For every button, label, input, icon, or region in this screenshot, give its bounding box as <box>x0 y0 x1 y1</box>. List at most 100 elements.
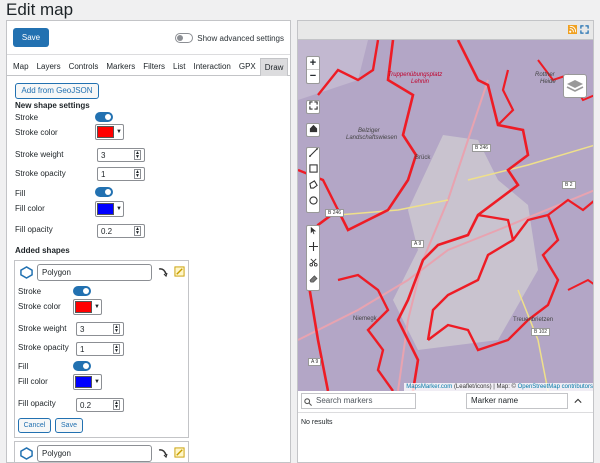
shape-fill-color-picker[interactable]: ▼ <box>73 374 102 390</box>
tab-draw[interactable]: Draw <box>259 58 289 76</box>
osm-link[interactable]: OpenStreetMap contributors <box>518 384 593 390</box>
stroke-toggle[interactable] <box>95 112 113 122</box>
spinner-icon[interactable]: ▲ ▼ <box>113 324 120 334</box>
map-attribution: MapsMarker.com (Leaflet/icons) | Map: © … <box>404 383 593 391</box>
spinner-icon[interactable]: ▲ ▼ <box>134 169 141 179</box>
spinner-icon[interactable]: ▲ ▼ <box>134 150 141 160</box>
spinner-icon[interactable]: ▲ ▼ <box>113 400 120 410</box>
chevron-down-icon: ▼ <box>94 304 100 310</box>
tab-filters[interactable]: Filters <box>139 58 169 76</box>
road-label: B 246 <box>472 144 492 152</box>
shape-stroke-weight-input[interactable]: 3 ▲ ▼ <box>76 322 124 336</box>
shape-stroke-color-picker[interactable]: ▼ <box>73 299 102 315</box>
save-button[interactable]: Save <box>13 28 49 47</box>
stroke-color-label: Stroke color <box>15 128 58 137</box>
fill-color-picker[interactable]: ▼ <box>95 201 124 217</box>
map-label: Heide <box>540 79 556 85</box>
chevron-up-icon[interactable] <box>574 398 582 404</box>
rss-icon[interactable] <box>568 25 577 34</box>
expand-icon <box>308 101 318 110</box>
draw-polyline-button[interactable] <box>307 148 319 164</box>
road-label: B 2 <box>562 181 576 189</box>
layers-button[interactable] <box>563 74 587 98</box>
stroke-weight-input[interactable]: 3 ▲ ▼ <box>97 148 145 162</box>
tab-map[interactable]: Map <box>9 58 33 76</box>
zoom-control: + − <box>306 56 320 84</box>
shape-save-button[interactable]: Save <box>55 418 83 433</box>
shape-fill-toggle[interactable] <box>73 361 91 371</box>
move-button[interactable] <box>307 242 319 258</box>
mapsmarker-link[interactable]: MapsMarker.com <box>406 384 452 390</box>
edit-toolbar <box>306 225 320 291</box>
draw-rectangle-button[interactable] <box>307 164 319 180</box>
map-label: Niemegk <box>353 316 377 322</box>
rectangle-icon <box>308 164 318 173</box>
map-preview-panel: Truppenübungsplatz Lehnin Rottner Heide … <box>297 20 594 463</box>
stroke-opacity-value: 1 <box>101 169 106 179</box>
draw-toolbar <box>306 147 320 213</box>
shape-fill-opacity-input[interactable]: 0.2 ▲ ▼ <box>76 398 124 412</box>
tab-list[interactable]: List <box>169 58 189 76</box>
page-title: Edit map <box>6 0 74 19</box>
edit-vertices-button[interactable] <box>307 226 319 242</box>
map-label: Belziger <box>358 128 380 134</box>
tab-gpx[interactable]: GPX <box>235 58 260 76</box>
advanced-settings-toggle[interactable] <box>175 33 194 43</box>
no-results-text: No results <box>301 419 333 426</box>
tab-markers[interactable]: Markers <box>102 58 139 76</box>
advanced-settings-toggle-row[interactable]: Show advanced settings <box>175 33 284 43</box>
cut-button[interactable] <box>307 258 319 274</box>
spinner-icon[interactable]: ▲ ▼ <box>113 344 120 354</box>
home-button[interactable] <box>306 123 320 137</box>
home-icon <box>309 124 317 133</box>
map-canvas[interactable]: Truppenübungsplatz Lehnin Rottner Heide … <box>298 40 593 391</box>
shape-stroke-opacity-input[interactable]: 1 ▲ ▼ <box>76 342 124 356</box>
leaflet-icons-text: (Leaflet/icons) <box>453 384 492 390</box>
locate-shape-icon[interactable] <box>157 447 169 459</box>
zoom-in-button[interactable]: + <box>307 57 319 70</box>
move-icon <box>308 242 318 251</box>
shape-fill-opacity-value: 0.2 <box>80 400 92 410</box>
zoom-out-button[interactable]: − <box>307 70 319 83</box>
polygon-icon <box>20 447 33 460</box>
spinner-icon[interactable]: ▲ ▼ <box>134 226 141 236</box>
chevron-down-icon: ▼ <box>116 129 122 135</box>
fullscreen-icon[interactable] <box>580 25 589 34</box>
shape-name-input[interactable]: Polygon <box>37 445 152 462</box>
eraser-icon <box>309 275 317 283</box>
stroke-opacity-input[interactable]: 1 ▲ ▼ <box>97 167 145 181</box>
edit-shape-icon[interactable] <box>174 266 185 277</box>
settings-tabs: Map Layers Controls Markers Filters List… <box>7 58 290 76</box>
shape-name-input[interactable]: Polygon <box>37 264 152 281</box>
shape-stroke-color-swatch <box>75 301 92 313</box>
shape-stroke-weight-label: Stroke weight <box>18 324 67 333</box>
stroke-label: Stroke <box>15 113 39 122</box>
fill-toggle[interactable] <box>95 187 113 197</box>
stroke-color-picker[interactable]: ▼ <box>95 124 124 140</box>
draw-circle-button[interactable] <box>307 196 319 212</box>
tab-layers[interactable]: Layers <box>33 58 65 76</box>
fill-opacity-input[interactable]: 0.2 ▲ ▼ <box>97 224 145 238</box>
map-label: Truppenübungsplatz <box>388 72 443 78</box>
map-editor-panel: Save Show advanced settings Map Layers C… <box>6 20 291 463</box>
map-copyright-text: | Map: © <box>493 384 516 390</box>
chevron-down-icon: ▼ <box>116 206 122 212</box>
delete-button[interactable] <box>307 274 319 290</box>
map-label: Brück <box>415 155 431 161</box>
edit-shape-icon[interactable] <box>174 447 185 458</box>
shape-stroke-opacity-label: Stroke opacity <box>18 343 69 352</box>
search-markers-input[interactable]: Search markers <box>301 393 416 409</box>
draw-polygon-button[interactable] <box>307 180 319 196</box>
map-label: Lehnin <box>411 79 430 85</box>
fullscreen-map-button[interactable] <box>306 100 320 114</box>
sort-select[interactable]: Marker name <box>466 393 568 409</box>
add-from-geojson-button[interactable]: Add from GeoJSON <box>15 83 99 99</box>
shape-fill-color-label: Fill color <box>18 377 48 386</box>
map-header-bar <box>298 21 593 40</box>
shape-stroke-toggle[interactable] <box>73 286 91 296</box>
locate-shape-icon[interactable] <box>157 266 169 278</box>
tab-controls[interactable]: Controls <box>65 58 103 76</box>
scissors-icon <box>308 258 318 267</box>
tab-interaction[interactable]: Interaction <box>190 58 235 76</box>
cancel-button[interactable]: Cancel <box>18 418 51 433</box>
